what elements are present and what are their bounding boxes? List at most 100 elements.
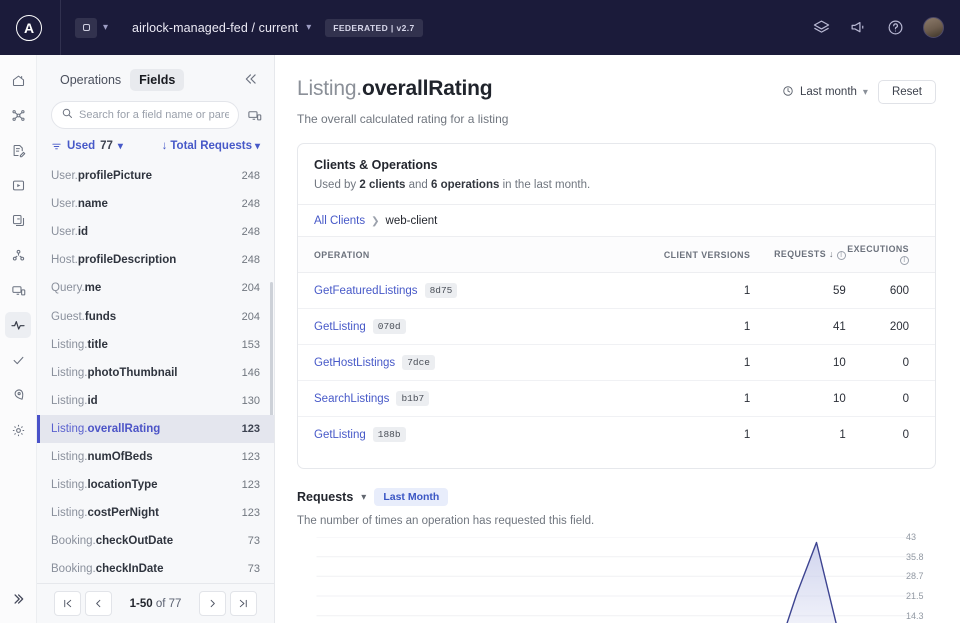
- apollo-logo-icon[interactable]: A: [16, 15, 42, 41]
- search-box[interactable]: [51, 101, 239, 129]
- operation-name[interactable]: GetHostListings: [314, 357, 395, 369]
- field-list-item[interactable]: Listing.locationType123: [37, 471, 274, 499]
- tab-fields[interactable]: Fields: [130, 69, 184, 91]
- table-row[interactable]: GetHostListings7dce1100: [298, 345, 935, 381]
- cell-operation[interactable]: GetListing188b: [298, 417, 642, 453]
- body: Operations Fields: [0, 55, 960, 623]
- field-list-item[interactable]: Listing.title153: [37, 331, 274, 359]
- tab-operations[interactable]: Operations: [51, 69, 130, 91]
- changelog-icon[interactable]: [5, 137, 31, 163]
- cell-operation[interactable]: SearchListings b1b7: [298, 381, 642, 417]
- breadcrumb-all-clients[interactable]: All Clients: [314, 215, 365, 227]
- operation-name[interactable]: SearchListings: [314, 393, 389, 405]
- operation-name[interactable]: GetListing: [314, 429, 366, 441]
- chart-y-tick: 43: [906, 532, 936, 542]
- explorer-icon[interactable]: [5, 172, 31, 198]
- search-input[interactable]: [79, 109, 229, 121]
- info-icon[interactable]: i: [900, 256, 909, 265]
- insights-icon[interactable]: [5, 312, 31, 338]
- sort-chevron-icon[interactable]: ▾: [255, 141, 260, 152]
- field-list-item[interactable]: Query.me204: [37, 274, 274, 302]
- col-executions[interactable]: EXECUTIONSi: [846, 237, 935, 273]
- page-first-button[interactable]: [54, 591, 81, 616]
- graph-title[interactable]: airlock-managed-fed / current: [132, 21, 298, 35]
- collapse-panel-icon[interactable]: [244, 72, 262, 89]
- page-last-button[interactable]: [230, 591, 257, 616]
- col-operation[interactable]: OPERATION: [298, 237, 642, 273]
- field-list-item[interactable]: User.id248: [37, 218, 274, 246]
- date-range-button[interactable]: Last month ▾: [782, 85, 868, 100]
- table-row[interactable]: GetListing070d141200: [298, 309, 935, 345]
- field-list-item[interactable]: Listing.costPerNight123: [37, 499, 274, 527]
- table-row[interactable]: GetListing188b110: [298, 417, 935, 453]
- table-row[interactable]: SearchListingsb1b71100: [298, 381, 935, 417]
- field-request-count: 248: [242, 198, 260, 210]
- page-header: Listing.overallRating The overall calcul…: [297, 77, 936, 126]
- main-content: Listing.overallRating The overall calcul…: [275, 55, 960, 623]
- graph-switch-chevron-icon[interactable]: ▾: [103, 22, 108, 33]
- info-icon[interactable]: i: [837, 251, 846, 260]
- cell-client-versions: 1: [642, 381, 750, 417]
- operation-name[interactable]: GetFeaturedListings: [314, 285, 418, 297]
- field-list-item[interactable]: Booking.checkOutDate73: [37, 527, 274, 555]
- operations-table: OPERATION CLIENT VERSIONS REQUESTS ↓i EX…: [298, 236, 935, 452]
- page-subtitle: The overall calculated rating for a list…: [297, 112, 508, 126]
- field-list-item[interactable]: Listing.overallRating123: [37, 415, 274, 443]
- field-list-item[interactable]: User.name248: [37, 190, 274, 218]
- field-list[interactable]: User.profilePicture248User.name248User.i…: [37, 162, 274, 583]
- field-name: Booking.checkInDate: [51, 563, 164, 575]
- used-filter-chevron-icon[interactable]: ▾: [118, 141, 123, 152]
- table-row[interactable]: GetFeaturedListings8d75159600: [298, 273, 935, 309]
- variants-icon[interactable]: [5, 207, 31, 233]
- requests-range-pill[interactable]: Last Month: [374, 488, 448, 506]
- page-next-button[interactable]: [199, 591, 226, 616]
- field-list-item[interactable]: Listing.numOfBeds123: [37, 443, 274, 471]
- field-list-item[interactable]: Guest.funds204: [37, 302, 274, 330]
- columns-icon[interactable]: [247, 108, 262, 123]
- col-requests[interactable]: REQUESTS ↓i: [750, 237, 846, 273]
- graph-avatar-icon[interactable]: [75, 18, 97, 38]
- cell-executions: 0: [846, 417, 935, 453]
- field-list-item[interactable]: User.profilePicture248: [37, 162, 274, 190]
- requests-header: Requests ▾ Last Month: [297, 488, 936, 506]
- field-request-count: 123: [242, 451, 260, 463]
- field-request-count: 130: [242, 395, 260, 407]
- field-list-item[interactable]: Booking.checkInDate73: [37, 555, 274, 583]
- cell-operation[interactable]: GetFeaturedListings8d75: [298, 273, 642, 309]
- requests-chevron-icon[interactable]: ▾: [361, 492, 366, 503]
- megaphone-icon[interactable]: [849, 19, 867, 37]
- subgraphs-icon[interactable]: [5, 242, 31, 268]
- reset-button[interactable]: Reset: [878, 80, 936, 104]
- launches-icon[interactable]: [5, 382, 31, 408]
- clients-icon[interactable]: [5, 277, 31, 303]
- cell-operation[interactable]: GetListing070d: [298, 309, 642, 345]
- operation-hash: b1b7: [396, 391, 429, 406]
- sort-control[interactable]: ↓ Total Requests ▾: [162, 140, 260, 152]
- variant-chevron-icon[interactable]: ▾: [306, 22, 311, 33]
- field-list-item[interactable]: Listing.photoThumbnail146: [37, 359, 274, 387]
- field-list-item[interactable]: Listing.id130: [37, 387, 274, 415]
- page-total: of 77: [156, 598, 182, 610]
- schema-icon[interactable]: [5, 102, 31, 128]
- cell-operation[interactable]: GetHostListings7dce: [298, 345, 642, 381]
- avatar[interactable]: [923, 17, 944, 38]
- table-header-row: OPERATION CLIENT VERSIONS REQUESTS ↓i EX…: [298, 237, 935, 273]
- page-prev-button[interactable]: [85, 591, 112, 616]
- col-client-versions[interactable]: CLIENT VERSIONS: [642, 237, 750, 273]
- date-range-label: Last month: [800, 86, 857, 98]
- clients-operations-card: Clients & Operations Used by 2 clients a…: [297, 143, 936, 469]
- field-request-count: 73: [248, 535, 260, 547]
- settings-icon[interactable]: [5, 417, 31, 443]
- used-filter[interactable]: Used 77 ▾: [51, 140, 123, 152]
- requests-chart[interactable]: 7.214.321.528.735.843: [297, 537, 936, 623]
- help-circle-icon[interactable]: [886, 19, 904, 37]
- panel-tabs: Operations Fields: [37, 55, 274, 99]
- logo-letter: A: [24, 20, 34, 36]
- layers-icon[interactable]: [812, 19, 830, 37]
- app-root: A ▾ airlock-managed-fed / current ▾ FEDE…: [0, 0, 960, 623]
- field-list-item[interactable]: Host.profileDescription248: [37, 246, 274, 274]
- home-icon[interactable]: [5, 67, 31, 93]
- checks-icon[interactable]: [5, 347, 31, 373]
- operation-name[interactable]: GetListing: [314, 321, 366, 333]
- expand-rail-icon[interactable]: [11, 592, 25, 611]
